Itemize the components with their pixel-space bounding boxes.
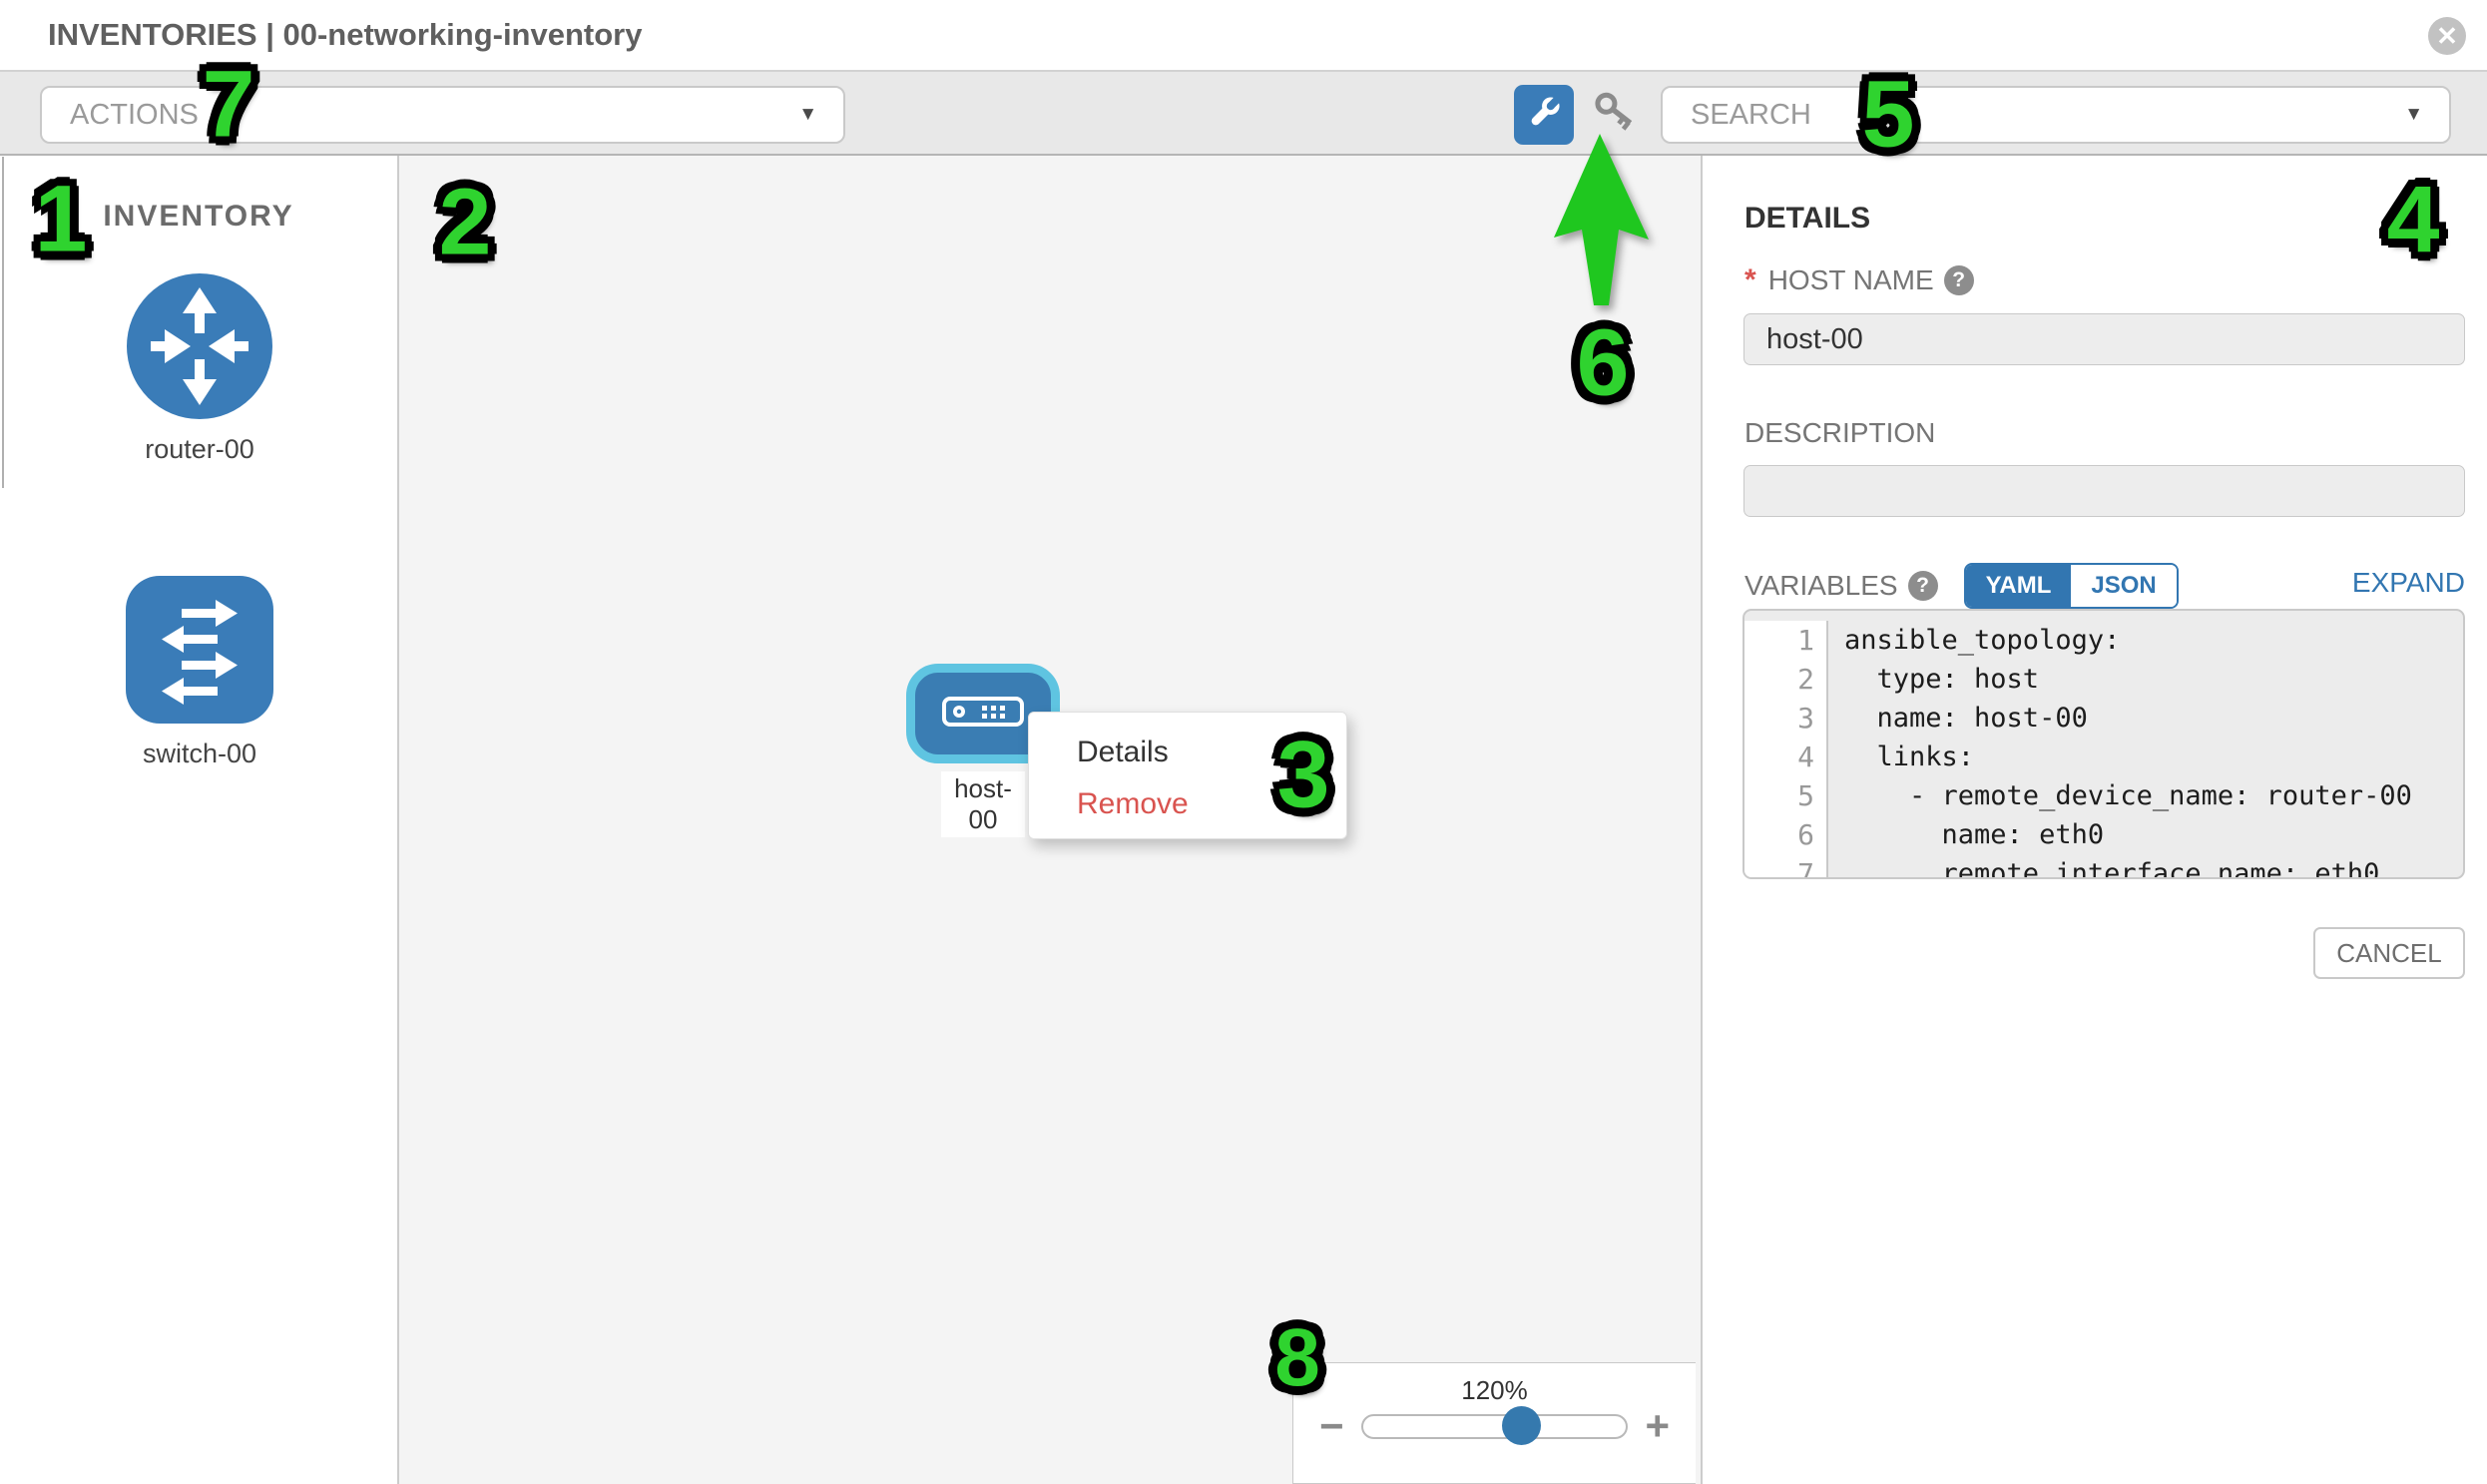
editor-line: 2 type: host — [1744, 660, 2463, 699]
line-number: 4 — [1744, 738, 1828, 776]
annotation-arrow-up — [1542, 126, 1662, 315]
variables-row: VARIABLES ? YAML JSON EXPAND — [1744, 563, 2465, 609]
line-number: 7 — [1744, 854, 1828, 879]
editor-line: 5 - remote_device_name: router-00 — [1744, 776, 2463, 815]
line-code: name: eth0 — [1828, 815, 2104, 854]
line-number: 6 — [1744, 815, 1828, 854]
line-number: 1 — [1744, 621, 1828, 660]
search-placeholder: SEARCH — [1691, 99, 1811, 132]
topology-canvas[interactable]: host-00 Details Remove 120% − + — [399, 156, 1703, 1484]
line-code: type: host — [1828, 660, 2039, 699]
description-label: DESCRIPTION — [1744, 417, 1935, 449]
host-icon — [942, 697, 1024, 732]
yaml-toggle-button[interactable]: YAML — [1966, 565, 2072, 607]
annotation-badge-3: 3 — [1277, 722, 1330, 830]
annotation-badge-6: 6 — [1577, 309, 1630, 418]
zoom-control-panel: 120% − + — [1292, 1362, 1696, 1484]
page-title: INVENTORIES | 00-networking-inventory — [48, 0, 642, 70]
editor-line: 3 name: host-00 — [1744, 699, 2463, 738]
line-number: 5 — [1744, 776, 1828, 815]
line-code: name: host-00 — [1828, 699, 2088, 738]
line-number: 2 — [1744, 660, 1828, 699]
description-label-row: DESCRIPTION — [1744, 417, 1935, 449]
editor-line: 4 links: — [1744, 738, 2463, 776]
help-icon[interactable]: ? — [1908, 571, 1938, 601]
cancel-button[interactable]: CANCEL — [2313, 927, 2465, 979]
annotation-badge-2: 2 — [439, 169, 492, 277]
palette-device-router[interactable]: router-00 — [0, 273, 399, 465]
toolbar: ACTIONS ▼ — [0, 72, 2487, 156]
chevron-down-icon: ▼ — [2404, 104, 2423, 126]
switch-icon — [126, 576, 273, 724]
details-panel: DETAILS * HOST NAME ? DESCRIPTION VARIAB… — [1703, 156, 2487, 1484]
search-dropdown[interactable]: SEARCH ▼ — [1661, 86, 2451, 144]
editor-line: 1 ansible_topology: — [1744, 621, 2463, 660]
router-icon — [127, 273, 272, 419]
annotation-badge-4: 4 — [2387, 167, 2440, 275]
annotation-badge-8: 8 — [1274, 1311, 1320, 1405]
variables-format-toggle: YAML JSON — [1964, 563, 2179, 609]
host-name-label-row: * HOST NAME ? — [1744, 263, 1974, 297]
description-input[interactable] — [1743, 465, 2465, 517]
annotation-badge-1: 1 — [35, 166, 88, 274]
device-label: router-00 — [0, 434, 399, 465]
expand-link[interactable]: EXPAND — [2352, 567, 2465, 599]
required-asterisk: * — [1744, 263, 1756, 297]
zoom-in-button[interactable]: + — [1645, 1405, 1670, 1447]
host-node-label: host-00 — [941, 771, 1025, 837]
editor-line: 6 name: eth0 — [1744, 815, 2463, 854]
details-heading: DETAILS — [1744, 202, 1870, 236]
actions-dropdown-label: ACTIONS — [70, 99, 199, 132]
help-icon[interactable]: ? — [1944, 265, 1974, 295]
zoom-slider-thumb[interactable] — [1502, 1406, 1541, 1445]
variables-code-editor[interactable]: 1 ansible_topology: 2 type: host 3 name:… — [1742, 609, 2465, 879]
zoom-level-value: 120% — [1293, 1375, 1696, 1406]
line-code: - remote_device_name: router-00 — [1828, 776, 2412, 815]
chevron-down-icon: ▼ — [798, 104, 817, 126]
page-header: INVENTORIES | 00-networking-inventory ✕ — [0, 0, 2487, 72]
line-code: remote_interface_name: eth0 — [1828, 854, 2379, 879]
line-number: 3 — [1744, 699, 1828, 738]
line-code: links: — [1828, 738, 1974, 776]
zoom-out-button[interactable]: − — [1319, 1405, 1344, 1447]
actions-dropdown[interactable]: ACTIONS ▼ — [40, 86, 845, 144]
variables-label: VARIABLES — [1744, 570, 1898, 602]
json-toggle-button[interactable]: JSON — [2071, 565, 2176, 607]
host-name-label: HOST NAME — [1768, 264, 1934, 296]
zoom-slider-track[interactable] — [1361, 1414, 1628, 1439]
palette-device-switch[interactable]: switch-00 — [0, 576, 399, 769]
editor-line: 7 remote_interface_name: eth0 — [1744, 854, 2463, 879]
close-icon[interactable]: ✕ — [2428, 17, 2466, 55]
annotation-badge-7: 7 — [203, 51, 255, 160]
line-code: ansible_topology: — [1828, 621, 2120, 660]
annotation-badge-5: 5 — [1862, 61, 1915, 170]
device-label: switch-00 — [0, 739, 399, 769]
host-name-input[interactable] — [1743, 313, 2465, 365]
inventory-sidebar: INVENTORY router-00 — [0, 156, 399, 1484]
